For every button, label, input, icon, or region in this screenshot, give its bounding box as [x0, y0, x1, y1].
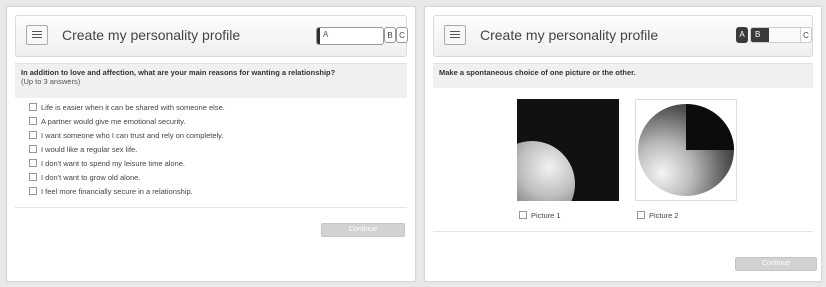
continue-button[interactable]: Continue: [321, 223, 405, 237]
menu-button[interactable]: [444, 25, 466, 45]
continue-label: Continue: [348, 226, 378, 233]
question-subtext: (Up to 3 answers): [21, 77, 81, 86]
answer-options-list: Life is easier when it can be shared wit…: [29, 103, 225, 201]
answer-option-label: Life is easier when it can be shared wit…: [41, 103, 225, 112]
checkbox[interactable]: [29, 187, 37, 196]
checkbox[interactable]: [637, 211, 645, 220]
checkbox[interactable]: [29, 173, 37, 182]
answer-option[interactable]: I don't want to grow old alone.: [29, 173, 225, 187]
answer-option[interactable]: I want someone who I can trust and rely …: [29, 131, 225, 145]
answer-option[interactable]: Life is easier when it can be shared wit…: [29, 103, 225, 117]
answer-option[interactable]: I feel more financially secure in a rela…: [29, 187, 225, 201]
picture-1-shape: [517, 141, 575, 201]
menu-icon: [450, 31, 460, 40]
checkbox[interactable]: [519, 211, 527, 220]
picture-2-label: Picture 2: [649, 211, 679, 220]
progress-label: B: [755, 30, 761, 39]
continue-label: Continue: [761, 260, 791, 267]
progress-fill: [317, 28, 321, 44]
picture-2-shape: [638, 104, 734, 196]
section-chip-b: B: [384, 27, 396, 43]
answer-option-label: I don't want to spend my leisure time al…: [41, 159, 186, 168]
menu-icon: [32, 31, 42, 40]
answer-option-label: I want someone who I can trust and rely …: [41, 131, 224, 140]
question-text: Make a spontaneous choice of one picture…: [439, 68, 636, 77]
progress-label: A: [323, 30, 329, 39]
question-panel-relationship: Create my personality profile A B C In a…: [6, 6, 416, 282]
question-bar: Make a spontaneous choice of one picture…: [433, 63, 813, 88]
question-text: In addition to love and affection, what …: [21, 68, 336, 77]
picture-2-square: [686, 104, 734, 150]
picture-choice-frame: Picture 1 Picture 2: [433, 87, 813, 232]
answer-option[interactable]: I would like a regular sex life.: [29, 145, 225, 159]
question-panel-pictures: Create my personality profile A B C Make…: [424, 6, 822, 282]
page-title: Create my personality profile: [62, 27, 241, 43]
checkbox[interactable]: [29, 145, 37, 154]
profile-header: Create my personality profile A B C: [433, 15, 813, 57]
answer-option-label: I feel more financially secure in a rela…: [41, 187, 193, 196]
answer-option[interactable]: A partner would give me emotional securi…: [29, 117, 225, 131]
answer-option-label: I would like a regular sex life.: [41, 145, 138, 154]
section-chip-c: C: [396, 27, 408, 43]
progress-bar: A: [316, 27, 384, 45]
answer-option-label: A partner would give me emotional securi…: [41, 117, 186, 126]
answer-option-label: I don't want to grow old alone.: [41, 173, 141, 182]
profile-header: Create my personality profile A B C: [15, 15, 408, 57]
menu-button[interactable]: [26, 25, 48, 45]
checkbox[interactable]: [29, 159, 37, 168]
checkbox[interactable]: [29, 103, 37, 112]
checkbox[interactable]: [29, 131, 37, 140]
picture-1-option[interactable]: Picture 1: [519, 211, 561, 220]
section-badge-a: A: [736, 27, 748, 43]
checkbox[interactable]: [29, 117, 37, 126]
section-chip-c: C: [800, 27, 812, 43]
picture-1-image[interactable]: [517, 99, 619, 201]
question-bar: In addition to love and affection, what …: [15, 63, 407, 98]
picture-2-option[interactable]: Picture 2: [637, 211, 679, 220]
page-title: Create my personality profile: [480, 27, 659, 43]
picture-1-label: Picture 1: [531, 211, 561, 220]
picture-2-image[interactable]: [635, 99, 737, 201]
answer-option[interactable]: I don't want to spend my leisure time al…: [29, 159, 225, 173]
continue-button[interactable]: Continue: [735, 257, 817, 271]
